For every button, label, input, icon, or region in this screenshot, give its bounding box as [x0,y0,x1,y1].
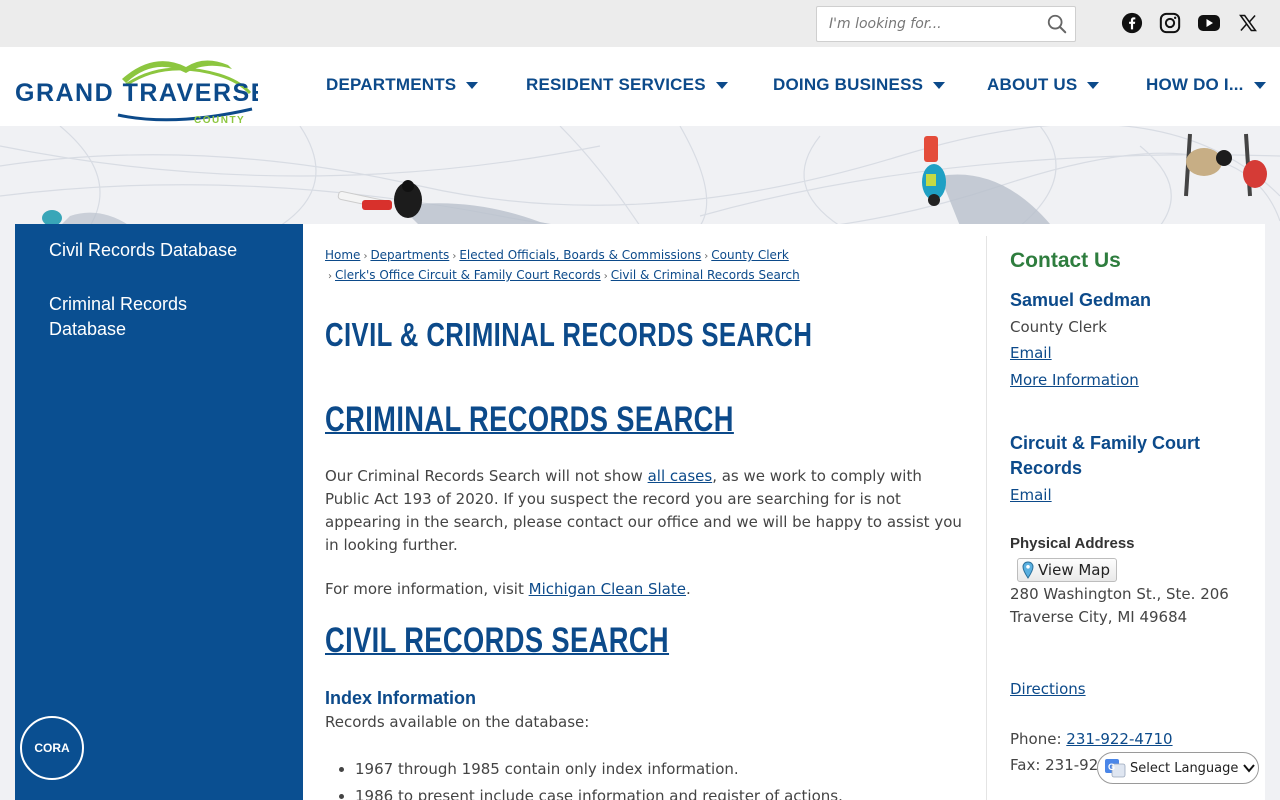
directions-link[interactable]: Directions [1010,680,1086,698]
department-name: Circuit & Family Court Records [1010,433,1201,478]
google-translate-icon: G [1105,759,1126,778]
criminal-records-search-heading-link[interactable]: CRIMINAL RECORDS SEARCH [325,400,734,440]
youtube-link[interactable] [1197,11,1221,35]
utility-bar [0,0,1280,47]
caret-down-icon [466,81,479,89]
breadcrumb-separator: › [704,251,709,262]
instagram-link[interactable] [1158,11,1182,35]
page-title: CIVIL & CRIMINAL RECORDS SEARCH [325,316,813,353]
facebook-icon [1121,12,1143,34]
index-information-heading: Index Information [325,688,477,708]
address-line-1: 280 Washington St., Ste. 206 [1010,585,1229,603]
caret-down-icon [715,81,728,89]
criminal-records-notice: Our Criminal Records Search will not sho… [325,465,970,557]
michigan-clean-slate-link[interactable]: Michigan Clean Slate [529,580,686,598]
x-link[interactable] [1236,11,1260,35]
breadcrumb-current-page[interactable]: Civil & Criminal Records Search [611,268,800,282]
records-availability-list: 1967 through 1985 contain only index inf… [355,756,955,800]
breadcrumb-separator: › [452,251,457,262]
breadcrumb-separator: › [603,271,608,282]
logo-text: GRAND TRAVERSE [15,79,258,107]
county-logo[interactable]: GRAND TRAVERSE COUNTY [14,53,267,126]
cora-label: CORA [34,741,70,755]
notice-text: Our Criminal Records Search will not sho… [325,467,648,485]
sidebar-item-criminal-records-database[interactable]: Criminal Records Database [49,292,229,342]
contact-person-name: Samuel Gedman [1010,290,1152,310]
column-divider [986,236,987,800]
facebook-link[interactable] [1120,11,1144,35]
nav-resident-services[interactable]: RESIDENT SERVICES [526,73,728,97]
view-map-button[interactable]: View Map [1017,558,1118,582]
site-header: GRAND TRAVERSE COUNTY DEPARTMENTS RESIDE… [0,47,1280,126]
site-search [816,6,1076,42]
list-item: 1967 through 1985 contain only index inf… [355,756,955,783]
breadcrumb-separator: › [363,251,368,262]
breadcrumb-separator: › [328,271,332,282]
nav-label: ABOUT US [987,75,1078,94]
more-information-link[interactable]: More Information [1010,371,1139,389]
nav-label: HOW DO I... [1146,75,1244,94]
nav-about-us[interactable]: ABOUT US [987,73,1100,97]
phone-label: Phone: [1010,730,1067,748]
caret-down-icon [933,81,946,89]
nav-label: DEPARTMENTS [326,75,457,94]
civil-records-search-heading-link[interactable]: CIVIL RECORDS SEARCH [325,621,669,661]
cora-chat-button[interactable]: CORA [20,716,84,780]
nav-departments[interactable]: DEPARTMENTS [326,73,479,97]
department-email-link[interactable]: Email [1010,486,1052,504]
search-button[interactable] [1045,13,1069,37]
logo-hills-graphic: GRAND TRAVERSE COUNTY [15,60,267,126]
caret-down-icon [1253,81,1266,89]
nav-label: DOING BUSINESS [773,75,924,94]
phone-link[interactable]: 231-922-4710 [1066,730,1172,748]
more-info-paragraph: For more information, visit Michigan Cle… [325,578,970,601]
contact-us-heading: Contact Us [1010,249,1121,272]
svg-text:G: G [1108,762,1115,772]
contact-person-role: County Clerk [1010,318,1107,336]
nav-doing-business[interactable]: DOING BUSINESS [773,73,946,97]
nav-label: RESIDENT SERVICES [526,75,706,94]
search-icon [1047,14,1067,34]
breadcrumb: Home › Departments › Elected Officials, Boar… [325,246,965,286]
all-cases-link[interactable]: all cases [648,467,713,485]
nav-how-do-i[interactable]: HOW DO I... [1146,73,1266,97]
breadcrumb-departments[interactable]: Departments [370,248,449,262]
language-label: Select Language [1130,760,1239,776]
phone-line: Phone: 231-922-4710 [1010,728,1173,751]
section-sidebar: Civil Records Database Criminal Records … [15,224,303,800]
breadcrumb-county-clerk[interactable]: County Clerk [711,248,789,262]
map-pin-icon [1022,561,1034,579]
caret-down-icon [1087,81,1100,89]
breadcrumb-home[interactable]: Home [325,248,360,262]
contact-email-link[interactable]: Email [1010,344,1052,362]
language-selector[interactable]: G Select Language [1097,752,1259,784]
fax-line: Fax: 231-922 [1010,756,1108,774]
address-line-2: Traverse City, MI 49684 [1010,608,1188,626]
sidebar-item-civil-records-database[interactable]: Civil Records Database [49,238,269,263]
breadcrumb-clerks-office[interactable]: Clerk's Office Circuit & Family Court Re… [335,268,601,282]
index-intro-text: Records available on the database: [325,713,590,731]
logo-subtext: COUNTY [194,115,245,123]
instagram-icon [1159,12,1181,34]
search-input[interactable] [817,7,1037,41]
list-item: 1986 to present include case information… [355,783,955,800]
view-map-label: View Map [1038,561,1111,579]
breadcrumb-elected-officials[interactable]: Elected Officials, Boards & Commissions [459,248,701,262]
chevron-down-icon [1243,764,1256,773]
physical-address-label: Physical Address [1010,535,1135,552]
main-content: Home › Departments › Elected Officials, Boar… [303,224,1265,800]
more-info-text: For more information, visit [325,580,529,598]
youtube-icon [1198,15,1220,31]
more-info-period: . [685,580,691,598]
x-icon [1239,14,1257,32]
